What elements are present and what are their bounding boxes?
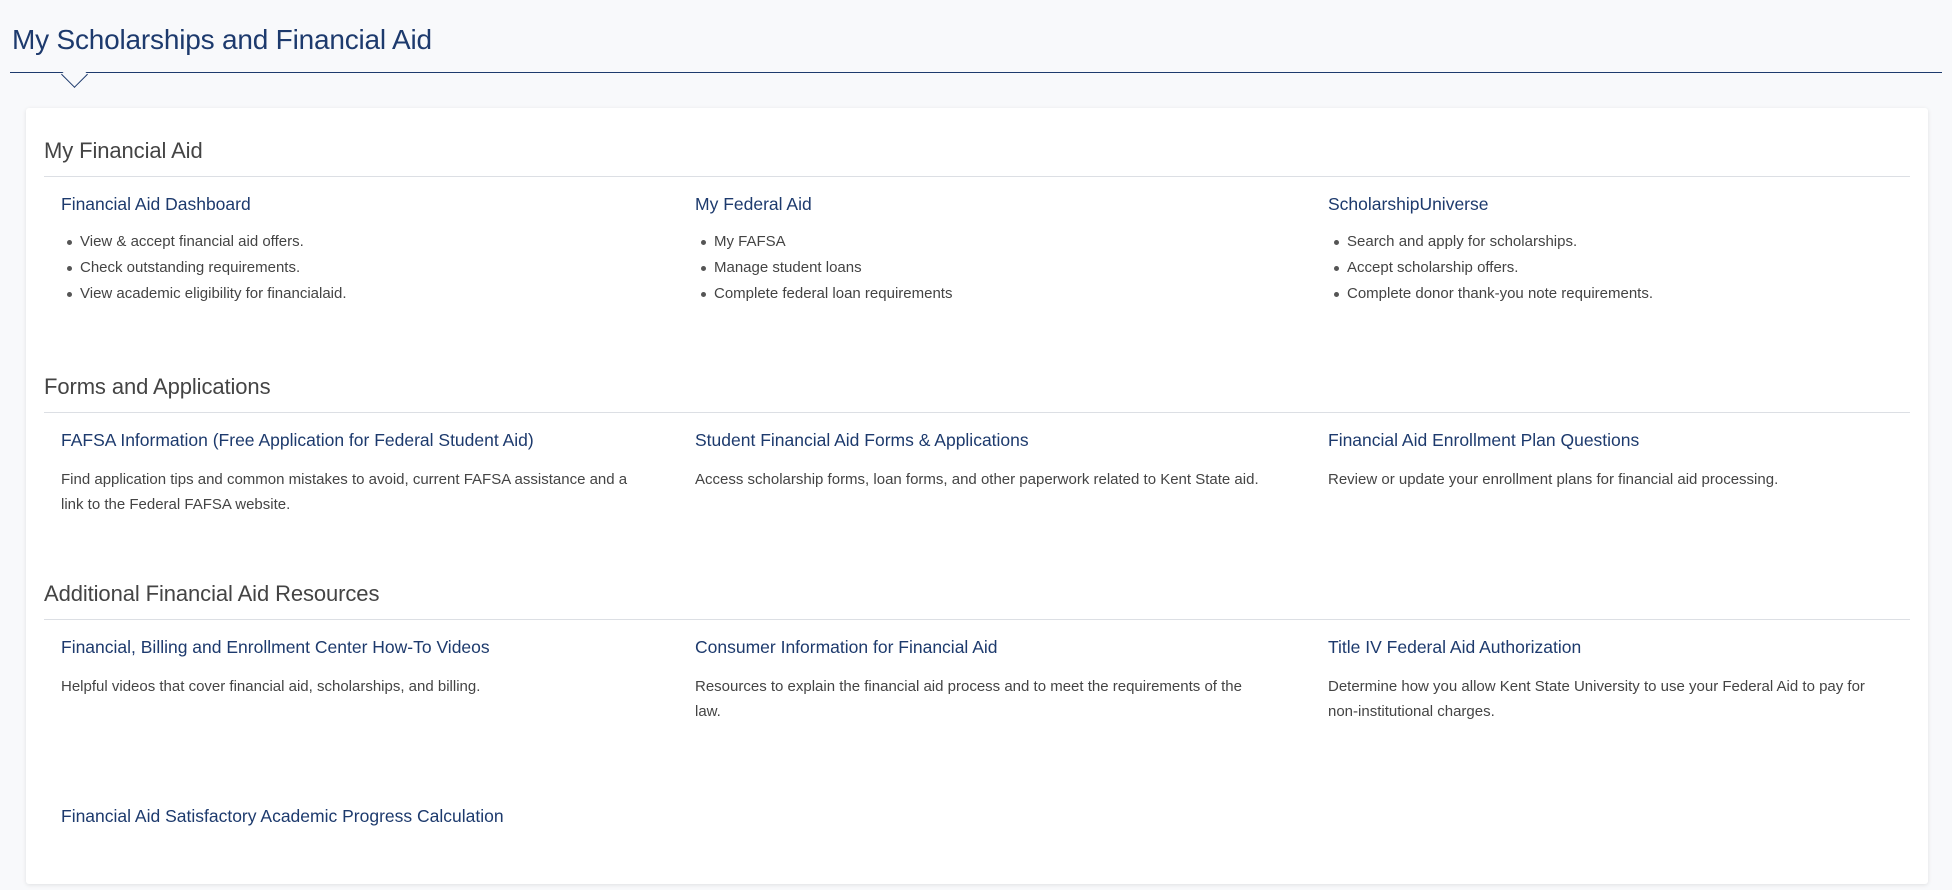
link-description: Find application tips and common mistake… xyxy=(61,471,628,513)
link-description: Review or update your enrollment plans f… xyxy=(1328,471,1779,488)
link-description: Access scholarship forms, loan forms, an… xyxy=(695,471,1259,488)
link-card: Financial Aid Satisfactory Academic Prog… xyxy=(61,805,631,827)
section-forms-and-applications: Forms and Applications FAFSA Information… xyxy=(44,374,1910,513)
section-heading: Forms and Applications xyxy=(44,374,1910,413)
list-item: Complete federal loan requirements xyxy=(695,281,1265,307)
student-aid-forms-link[interactable]: Student Financial Aid Forms & Applicatio… xyxy=(695,429,1265,451)
link-description: Resources to explain the financial aid p… xyxy=(695,678,1242,720)
fafsa-information-link[interactable]: FAFSA Information (Free Application for … xyxy=(61,429,631,451)
list-item: Accept scholarship offers. xyxy=(1328,255,1898,281)
section-heading: Additional Financial Aid Resources xyxy=(44,581,1910,620)
bullet-list: Search and apply for scholarships. Accep… xyxy=(1328,229,1898,307)
my-federal-aid-link[interactable]: My Federal Aid xyxy=(695,193,1265,215)
list-item: My FAFSA xyxy=(695,229,1265,255)
link-description: Helpful videos that cover financial aid,… xyxy=(61,678,481,695)
bullet-list: My FAFSA Manage student loans Complete f… xyxy=(695,229,1265,307)
content-card: My Financial Aid Financial Aid Dashboard… xyxy=(26,108,1928,884)
section-heading: My Financial Aid xyxy=(44,138,1910,177)
link-card: FAFSA Information (Free Application for … xyxy=(61,429,631,517)
consumer-information-link[interactable]: Consumer Information for Financial Aid xyxy=(695,636,1265,658)
link-description: Determine how you allow Kent State Unive… xyxy=(1328,678,1865,720)
list-item: Manage student loans xyxy=(695,255,1265,281)
list-item: Complete donor thank-you note requiremen… xyxy=(1328,281,1898,307)
section-my-financial-aid: My Financial Aid Financial Aid Dashboard… xyxy=(44,138,1910,302)
bullet-list: View & accept financial aid offers. Chec… xyxy=(61,229,631,307)
list-item: View academic eligibility for financiala… xyxy=(61,281,631,307)
link-card: ScholarshipUniverse Search and apply for… xyxy=(1328,193,1898,307)
link-card: Student Financial Aid Forms & Applicatio… xyxy=(695,429,1265,492)
link-card: Consumer Information for Financial Aid R… xyxy=(695,636,1265,724)
enrollment-plan-questions-link[interactable]: Financial Aid Enrollment Plan Questions xyxy=(1328,429,1898,451)
list-item: Check outstanding requirements. xyxy=(61,255,631,281)
link-card: Title IV Federal Aid Authorization Deter… xyxy=(1328,636,1898,724)
how-to-videos-link[interactable]: Financial, Billing and Enrollment Center… xyxy=(61,636,631,658)
page-title: My Scholarships and Financial Aid xyxy=(12,24,432,55)
header-notch xyxy=(61,61,88,88)
list-item: View & accept financial aid offers. xyxy=(61,229,631,255)
link-card: Financial Aid Enrollment Plan Questions … xyxy=(1328,429,1898,492)
page-header: My Scholarships and Financial Aid xyxy=(10,0,1942,88)
list-item: Search and apply for scholarships. xyxy=(1328,229,1898,255)
scholarship-universe-link[interactable]: ScholarshipUniverse xyxy=(1328,193,1898,215)
link-card: My Federal Aid My FAFSA Manage student l… xyxy=(695,193,1265,307)
financial-aid-dashboard-link[interactable]: Financial Aid Dashboard xyxy=(61,193,631,215)
title-iv-authorization-link[interactable]: Title IV Federal Aid Authorization xyxy=(1328,636,1898,658)
sap-calculation-link[interactable]: Financial Aid Satisfactory Academic Prog… xyxy=(61,805,631,827)
section-additional-resources: Additional Financial Aid Resources Finan… xyxy=(44,581,1910,826)
link-card: Financial Aid Dashboard View & accept fi… xyxy=(61,193,631,307)
link-card: Financial, Billing and Enrollment Center… xyxy=(61,636,631,699)
